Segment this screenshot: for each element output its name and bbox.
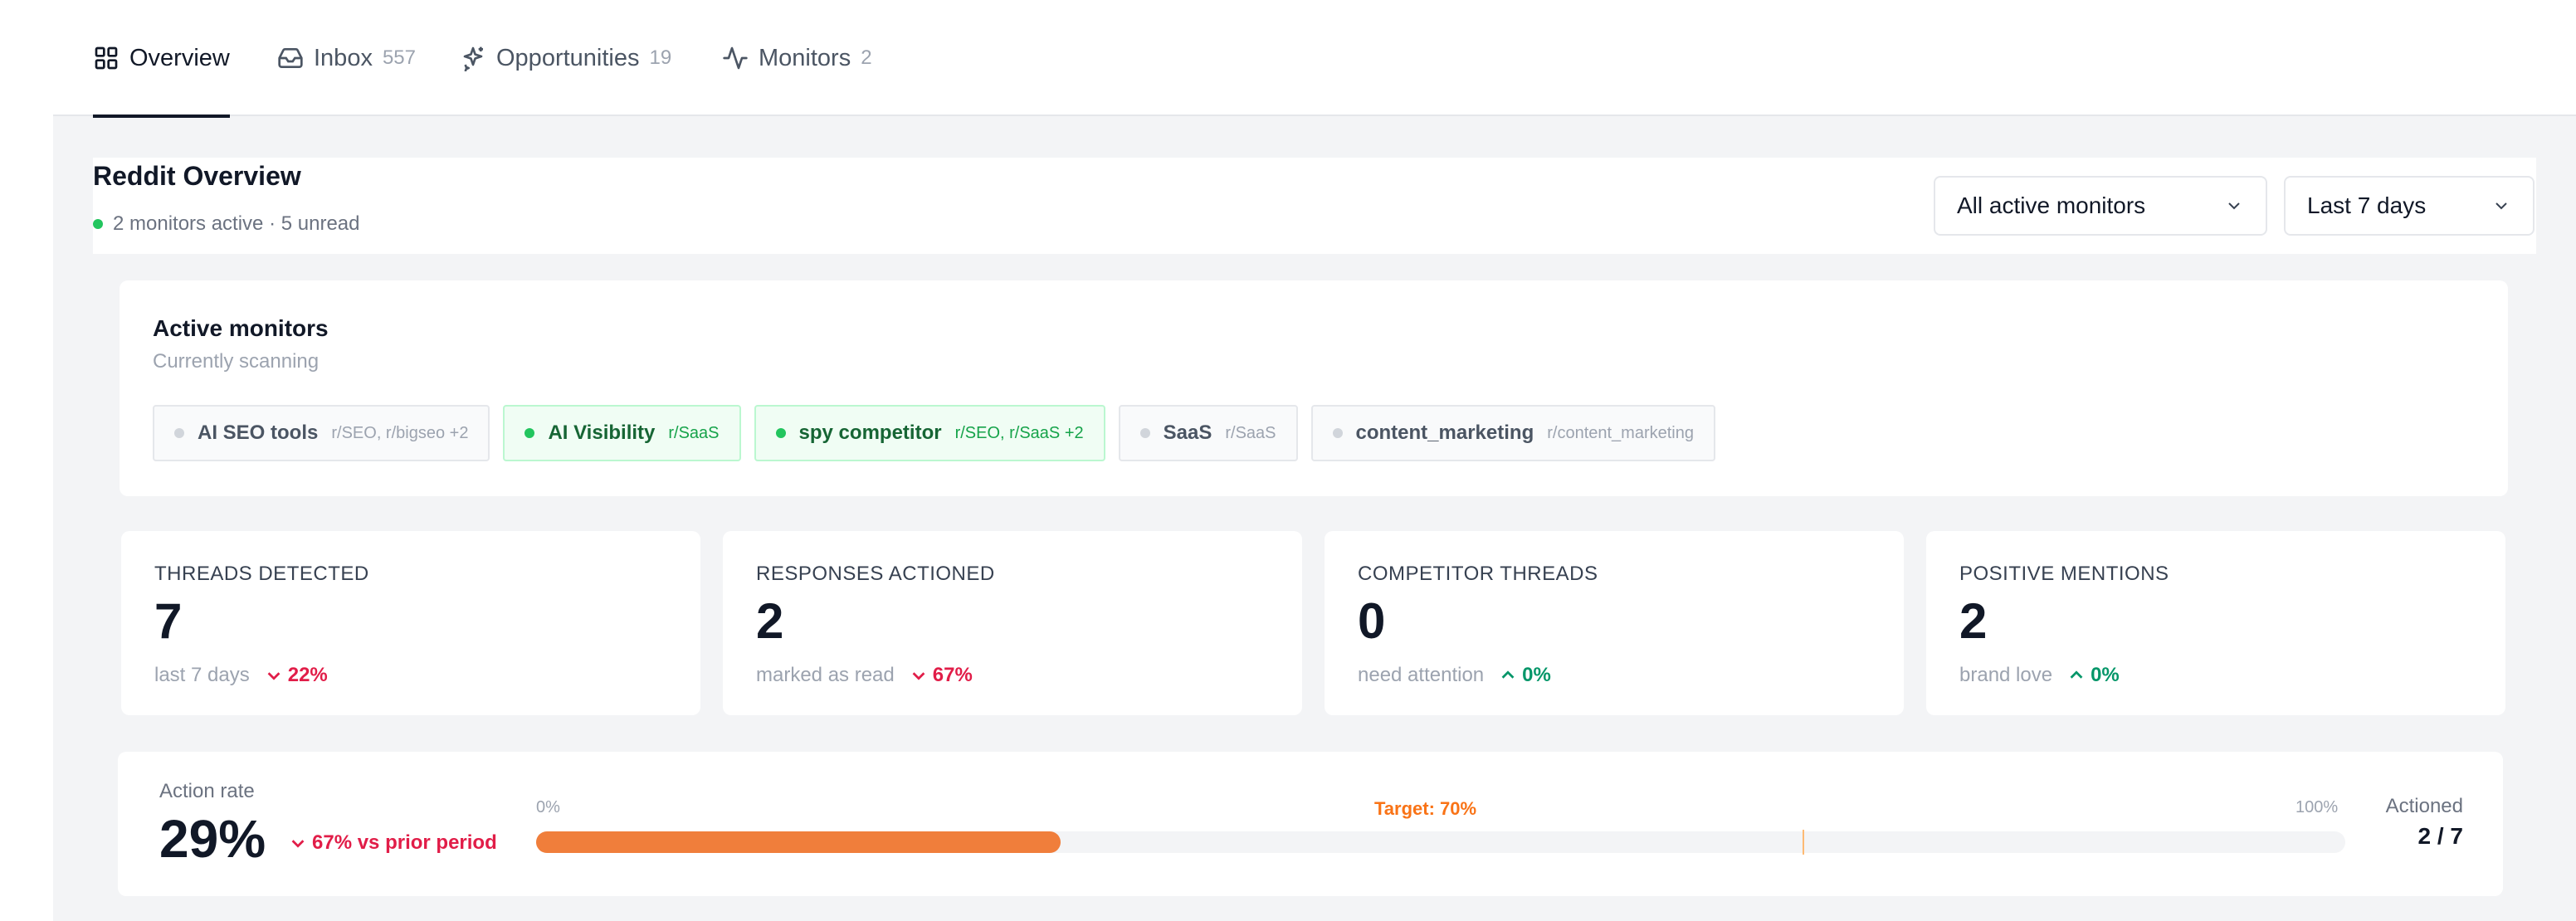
stat-caption: last 7 days [154,664,250,686]
monitor-name: AI SEO tools [198,422,319,444]
stat-delta-value: 22% [287,664,328,686]
chevron-down-icon [267,672,281,680]
stat-card-threads-detected: THREADS DETECTED 7 last 7 days 22% [121,531,700,715]
stat-value: 2 [1959,593,1988,649]
tab-label: Inbox [314,44,373,71]
status-line: 2 monitors active · 5 unread [93,212,359,236]
stat-delta: 0% [1499,664,1551,687]
chevron-down-icon [2228,202,2240,210]
tab-inbox[interactable]: Inbox 557 [277,0,416,116]
stat-value: 7 [154,593,183,649]
monitor-name: AI Visibility [548,422,656,444]
stat-card-responses-actioned: RESPONSES ACTIONED 2 marked as read 67% [723,531,1302,715]
actioned-value: 2 / 7 [2417,823,2463,849]
card-subtitle: Currently scanning [153,350,320,373]
target-marker [1803,830,1804,855]
monitor-status-dot [1139,428,1150,438]
monitor-chip-spy-competitor[interactable]: spy competitor r/SEO, r/SaaS +2 [754,405,1105,461]
app-frame: Overview Inbox 557 Opportunities 19 Moni… [53,0,2576,921]
inbox-icon [278,48,303,68]
progress-max-label: 100% [2295,798,2339,816]
monitor-chip-ai-visibility[interactable]: AI Visibility r/SaaS [503,405,741,461]
stat-delta: 22% [265,664,328,687]
tab-label: Overview [129,44,230,71]
monitor-subreddits: r/content_marketing [1547,423,1694,442]
stat-card-competitor-threads: COMPETITOR THREADS 0 need attention 0% [1325,531,1904,715]
monitor-status-dot [1332,428,1343,438]
date-range-select[interactable]: Last 7 days [2284,176,2535,236]
monitor-status-dot [775,428,786,438]
action-rate-progress-fill [536,831,1061,853]
monitor-subreddits: r/SEO, r/bigseo +2 [331,423,469,442]
monitor-subreddits: r/SaaS [1225,423,1276,442]
tab-count: 19 [649,46,672,69]
stat-label: RESPONSES ACTIONED [756,563,995,585]
stat-value: 2 [756,593,784,649]
action-rate-card: Action rate 29% 67% vs prior period 0% T… [118,752,2503,896]
stat-delta-value: 0% [2091,664,2120,686]
sparkle-icon [463,46,483,71]
tab-opportunities[interactable]: Opportunities 19 [460,0,671,116]
monitor-chip-list: AI SEO tools r/SEO, r/bigseo +2 AI Visib… [153,405,1715,461]
chevron-down-icon [291,840,305,848]
stat-caption: need attention [1358,664,1485,686]
chevron-down-icon [912,672,925,680]
stat-label: POSITIVE MENTIONS [1959,563,2169,585]
page-title: Reddit Overview [93,161,301,191]
stat-caption: marked as read [756,664,895,686]
stat-caption: brand love [1959,664,2053,686]
monitor-chip-ai-seo-tools[interactable]: AI SEO tools r/SEO, r/bigseo +2 [153,405,490,461]
date-range-value: Last 7 days [2307,192,2427,218]
monitor-chip-saas[interactable]: SaaS r/SaaS [1118,405,1298,461]
stat-foot: last 7 days 22% [154,664,328,687]
monitor-name: content_marketing [1355,422,1534,444]
stat-delta: 0% [2067,664,2120,687]
monitor-name: SaaS [1163,422,1212,444]
monitor-filter-select[interactable]: All active monitors [1934,176,2267,236]
active-monitors-card: Active monitors Currently scanning AI SE… [120,280,2508,496]
stat-label: THREADS DETECTED [154,563,369,585]
chevron-down-icon [2496,202,2507,210]
status-text: 2 monitors active · 5 unread [113,212,360,235]
monitor-subreddits: r/SEO, r/SaaS +2 [954,423,1084,442]
actioned-label: Actioned [2385,795,2463,817]
tab-label: Opportunities [496,44,640,71]
stat-foot: marked as read 67% [756,664,973,687]
action-rate-label: Action rate [159,780,255,802]
monitor-subreddits: r/SaaS [668,423,720,442]
action-rate-progress-track [536,830,2345,855]
action-rate-value: 29% [159,809,266,869]
chevron-up-icon [2070,670,2083,679]
monitor-status-dot [524,428,535,438]
stat-delta-value: 67% [932,664,973,686]
action-rate-delta: 67% vs prior period [289,831,497,855]
stat-value: 0 [1358,593,1386,649]
grid-icon [95,46,118,70]
tab-bar: Overview Inbox 557 Opportunities 19 Moni… [53,0,2576,118]
tab-monitors[interactable]: Monitors 2 [722,0,872,116]
overview-content: Active monitors Currently scanning AI SE… [93,254,2536,921]
card-title: Active monitors [153,315,329,341]
stat-foot: need attention 0% [1358,664,1551,687]
tab-count: 557 [382,46,416,69]
stat-label: COMPETITOR THREADS [1358,563,1598,585]
action-rate-delta-text: 67% vs prior period [312,831,497,854]
progress-min-label: 0% [536,798,560,816]
tab-count: 2 [861,46,872,69]
chevron-up-icon [1501,670,1515,679]
activity-icon [723,46,748,70]
page-header: Reddit Overview 2 monitors active · 5 un… [93,158,2536,254]
tab-label: Monitors [759,44,851,71]
stat-foot: brand love 0% [1959,664,2120,687]
progress-target-label: Target: 70% [1374,798,1477,819]
tab-overview[interactable]: Overview [93,0,230,118]
monitor-status-dot [174,428,184,438]
monitor-name: spy competitor [798,422,942,444]
stat-delta: 67% [910,664,973,687]
active-status-dot [93,219,103,229]
monitor-chip-content-marketing[interactable]: content_marketing r/content_marketing [1310,405,1715,461]
stat-delta-value: 0% [1522,664,1551,686]
stat-card-positive-mentions: POSITIVE MENTIONS 2 brand love 0% [1926,531,2505,715]
monitor-filter-value: All active monitors [1957,192,2146,218]
